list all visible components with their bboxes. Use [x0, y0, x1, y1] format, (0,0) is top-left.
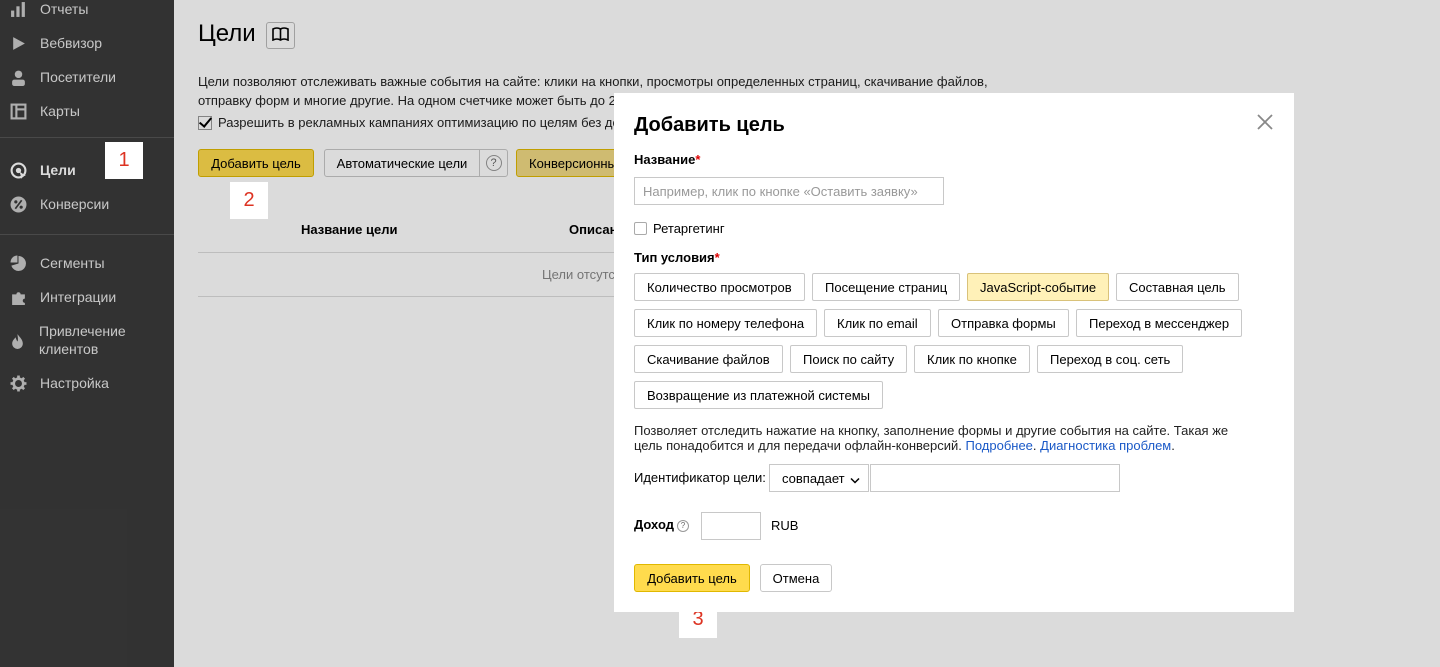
condition-type-phone-click[interactable]: Клик по номеру телефона [634, 309, 818, 337]
step-marker-1: 1 [105, 142, 143, 179]
condition-type-email-click[interactable]: Клик по email [824, 309, 931, 337]
hint-end: . [1171, 438, 1175, 453]
name-label-text: Название [634, 152, 696, 167]
diagnostics-link[interactable]: Диагностика проблем [1040, 438, 1171, 453]
submit-goal-button[interactable]: Добавить цель [634, 564, 750, 592]
required-mark: * [695, 152, 701, 167]
cancel-button[interactable]: Отмена [760, 564, 832, 592]
condition-type-composite[interactable]: Составная цель [1116, 273, 1239, 301]
currency-label: RUB [771, 518, 799, 533]
chevron-down-icon [850, 473, 860, 484]
help-icon[interactable]: ? [676, 519, 689, 532]
match-type-value: совпадает [782, 470, 845, 486]
condition-type-label-text: Тип условия [634, 250, 715, 265]
condition-type-file-download[interactable]: Скачивание файлов [634, 345, 783, 373]
condition-type-button-click[interactable]: Клик по кнопке [914, 345, 1030, 373]
retargeting-checkbox[interactable] [634, 222, 647, 235]
income-input[interactable] [701, 512, 761, 540]
condition-type-label: Тип условия* [634, 250, 720, 265]
goal-name-input[interactable]: Например, клик по кнопке «Оставить заявк… [634, 177, 944, 205]
more-link[interactable]: Подробнее [965, 438, 1032, 453]
condition-type-social[interactable]: Переход в соц. сеть [1037, 345, 1184, 373]
retargeting-checkbox-row[interactable]: Ретаргетинг [634, 221, 725, 236]
condition-type-messenger[interactable]: Переход в мессенджер [1076, 309, 1243, 337]
condition-type-site-search[interactable]: Поиск по сайту [790, 345, 908, 373]
condition-type-pageviews[interactable]: Количество просмотров [634, 273, 805, 301]
close-icon[interactable] [1256, 113, 1274, 131]
income-label-text: Доход [634, 517, 674, 532]
condition-type-payment-return[interactable]: Возвращение из платежной системы [634, 381, 883, 409]
add-goal-dialog: Добавить цель Название* Например, клик п… [614, 93, 1294, 612]
condition-hint: Позволяет отследить нажатие на кнопку, з… [634, 423, 1254, 453]
retargeting-label: Ретаргетинг [653, 221, 725, 236]
step-marker-2: 2 [230, 182, 268, 219]
income-label: Доход ? [634, 517, 689, 532]
name-label: Название* [634, 152, 700, 167]
goal-id-label: Идентификатор цели: [634, 470, 766, 485]
required-mark: * [714, 250, 720, 265]
goal-id-input[interactable] [870, 464, 1120, 492]
condition-type-form-submit[interactable]: Отправка формы [938, 309, 1069, 337]
match-type-select[interactable]: совпадает [769, 464, 869, 492]
condition-type-javascript-event[interactable]: JavaScript-событие [967, 273, 1110, 301]
condition-type-page-visit[interactable]: Посещение страниц [812, 273, 961, 301]
dialog-title: Добавить цель [634, 114, 785, 136]
